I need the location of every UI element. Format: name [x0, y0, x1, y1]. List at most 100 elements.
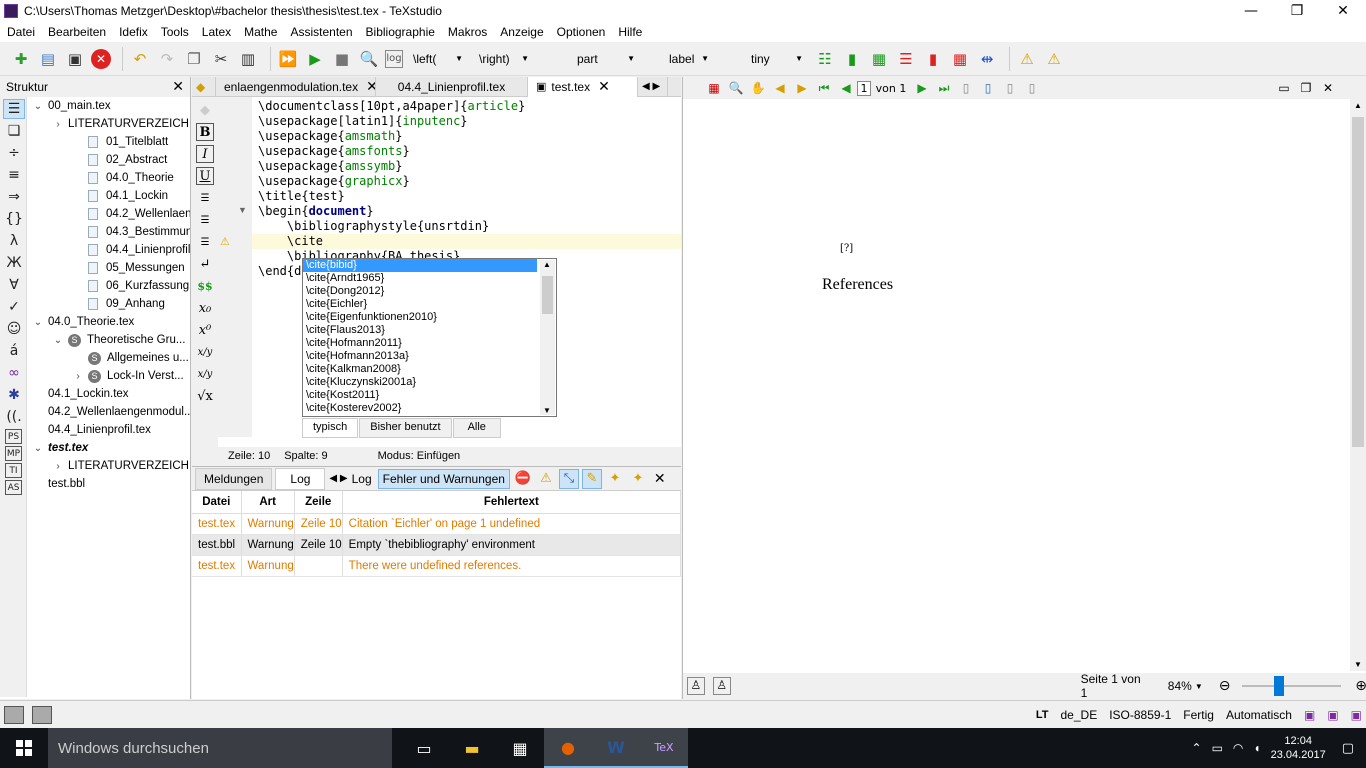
- add-row-icon[interactable]: ▦: [868, 48, 890, 70]
- remove-column-icon[interactable]: ▮: [922, 48, 944, 70]
- tree-item[interactable]: 04.1_Lockin.tex: [28, 385, 190, 403]
- compile-mode[interactable]: Automatisch: [1226, 708, 1292, 722]
- fit-width-icon[interactable]: ▯: [1021, 81, 1043, 95]
- accent-icon[interactable]: á: [3, 341, 25, 361]
- errors-warnings-toggle[interactable]: Fehler und Warnungen: [377, 468, 510, 489]
- stop-icon[interactable]: ■: [331, 48, 353, 70]
- align-center-icon[interactable]: ☰: [196, 211, 214, 229]
- tree-item[interactable]: ⌄ S Theoretische Gru...: [28, 331, 190, 349]
- texstudio-taskbar-icon[interactable]: TeX: [640, 728, 688, 768]
- column-header-fehlertext[interactable]: Fehlertext: [342, 491, 682, 514]
- column-header-zeile[interactable]: Zeile: [294, 491, 343, 514]
- volume-icon[interactable]: ◖: [1253, 741, 1260, 755]
- smiley-icon[interactable]: ☺: [3, 319, 25, 339]
- autocomplete-item[interactable]: \cite{Eigenfunktionen2010}: [303, 311, 556, 324]
- viewer-scroll-thumb[interactable]: [1352, 117, 1364, 447]
- compile-icon[interactable]: ▶: [304, 48, 326, 70]
- window-icon[interactable]: ❐: [1295, 81, 1317, 95]
- superscript-icon[interactable]: x⁰: [196, 321, 214, 339]
- battery-icon[interactable]: ▭: [1212, 741, 1223, 755]
- menu-latex[interactable]: Latex: [195, 25, 237, 39]
- delete-cell-icon[interactable]: ▦: [949, 48, 971, 70]
- table-row[interactable]: test.bbl Warnung Zeile 10 Empty `thebibliog…: [192, 534, 682, 556]
- subscript-icon[interactable]: x₀: [196, 299, 214, 317]
- tree-item[interactable]: › LITERATURVERZEICH...: [28, 115, 190, 133]
- view-pdf-icon[interactable]: 🔍: [358, 48, 380, 70]
- single-page-icon[interactable]: ▯: [955, 81, 977, 95]
- menu-makros[interactable]: Makros: [441, 25, 493, 39]
- build-view-icon[interactable]: ⏩: [277, 48, 299, 70]
- tree-item[interactable]: 04.1_Lockin: [28, 187, 190, 205]
- underline-icon[interactable]: U: [196, 167, 214, 185]
- log-icon[interactable]: log: [385, 49, 403, 68]
- copy-icon[interactable]: ❐: [183, 48, 205, 70]
- viewer-scrollbar[interactable]: ▲ ▼: [1350, 99, 1366, 671]
- tab-log[interactable]: Log: [275, 467, 326, 490]
- redo-icon[interactable]: ↷: [156, 48, 178, 70]
- bookmark-icon[interactable]: ❏: [3, 121, 25, 141]
- menu-assistenten[interactable]: Assistenten: [283, 25, 358, 39]
- collapse-icon[interactable]: ⌄: [32, 443, 44, 454]
- code-line[interactable]: \bibliographystyle{unsrtdin}: [258, 219, 680, 234]
- left-bracket-combo[interactable]: \left(▼: [408, 48, 468, 70]
- windows-start-button[interactable]: [0, 728, 48, 768]
- tree-item[interactable]: ⌄ test.tex: [28, 439, 190, 457]
- close-viewer-icon[interactable]: ✕: [1317, 81, 1339, 95]
- code-area[interactable]: \documentclass[10pt,a4paper]{article} \us…: [258, 99, 680, 279]
- forall-icon[interactable]: ∀: [3, 275, 25, 295]
- add-column-icon[interactable]: ▮: [841, 48, 863, 70]
- texstudio-status-icon-2[interactable]: ▣: [1327, 708, 1338, 722]
- tree-item[interactable]: 04.4_Linienprofil: [28, 241, 190, 259]
- open-file-icon[interactable]: ▤: [37, 48, 59, 70]
- arrow-icon[interactable]: ⇒: [3, 187, 25, 207]
- tray-chevron-up-icon[interactable]: ⌃: [1192, 741, 1202, 755]
- font-size-combo[interactable]: tiny ▼: [720, 48, 808, 70]
- languagetool-icon[interactable]: LT: [1036, 709, 1049, 721]
- tree-item[interactable]: 04.4_Linienprofil.tex: [28, 421, 190, 439]
- zoom-slider-handle[interactable]: [1274, 676, 1285, 696]
- column-header-datei[interactable]: Datei: [192, 491, 242, 514]
- previous-page-icon[interactable]: ◀: [835, 81, 857, 95]
- next-error-icon[interactable]: ✦: [628, 469, 648, 489]
- align-right-icon[interactable]: ☰: [196, 233, 214, 251]
- lambda-icon[interactable]: λ: [3, 231, 25, 251]
- pstricks-icon[interactable]: PS: [5, 429, 22, 444]
- code-line[interactable]: \cite: [258, 234, 680, 249]
- autocomplete-item[interactable]: \cite{Hofmann2011}: [303, 337, 556, 350]
- menu-datei[interactable]: Datei: [0, 25, 41, 39]
- tree-item[interactable]: 02_Abstract: [28, 151, 190, 169]
- fold-marker-icon[interactable]: ▼: [238, 205, 247, 215]
- texstudio-status-icon-3[interactable]: ▣: [1351, 708, 1362, 722]
- calculator-icon[interactable]: ▦: [496, 728, 544, 768]
- firefox-icon[interactable]: ●: [544, 728, 592, 768]
- file-explorer-icon[interactable]: ▬: [448, 728, 496, 768]
- expand-icon[interactable]: ›: [72, 371, 84, 382]
- encoding-selector[interactable]: ISO-8859-1: [1109, 708, 1171, 722]
- bookmark-icon[interactable]: ◆: [196, 101, 214, 119]
- code-line[interactable]: \usepackage{graphicx}: [258, 174, 680, 189]
- sqrt-icon[interactable]: √x: [196, 387, 214, 405]
- table-icon[interactable]: ☷: [814, 48, 836, 70]
- code-line[interactable]: \title{test}: [258, 189, 680, 204]
- maximize-button[interactable]: ❐: [1274, 0, 1320, 22]
- part-combo[interactable]: part ▼: [540, 48, 640, 70]
- autocomplete-item[interactable]: \cite{Kalkman2008}: [303, 363, 556, 376]
- tree-item[interactable]: 01_Titelblatt: [28, 133, 190, 151]
- division-icon[interactable]: ÷: [3, 143, 25, 163]
- table-row[interactable]: test.tex Warnung There were undefined refe…: [192, 555, 682, 577]
- clock[interactable]: 12:04 23.04.2017: [1271, 734, 1326, 762]
- right-bracket-combo[interactable]: \right) ▼: [474, 48, 534, 70]
- check-icon[interactable]: ✓: [3, 297, 25, 317]
- scroll-up-icon[interactable]: ▲: [543, 260, 551, 269]
- zoom-icon[interactable]: 🔍: [725, 81, 747, 95]
- wifi-icon[interactable]: ◠: [1233, 741, 1243, 755]
- tree-item[interactable]: ⌄ 00_main.tex: [28, 97, 190, 115]
- asterisk-icon[interactable]: ✱: [3, 385, 25, 405]
- chevron-down-icon[interactable]: ▼: [1195, 682, 1203, 691]
- label-combo[interactable]: label ▼: [646, 48, 714, 70]
- tree-item[interactable]: 04.0_Theorie: [28, 169, 190, 187]
- tree-item[interactable]: 06_Kurzfassung: [28, 277, 190, 295]
- close-structure-icon[interactable]: ✕: [172, 79, 184, 95]
- menu-anzeige[interactable]: Anzeige: [493, 25, 549, 39]
- menu-mathe[interactable]: Mathe: [237, 25, 283, 39]
